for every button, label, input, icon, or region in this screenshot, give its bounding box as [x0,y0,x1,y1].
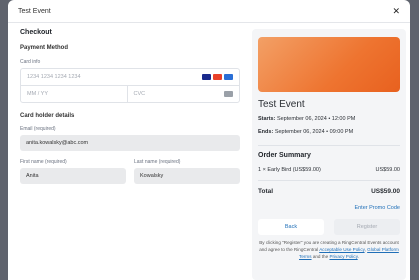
order-panel: Test Event Starts: September 06, 2024 • … [252,29,406,280]
cvc-card-icon [224,91,233,97]
starts-value: September 06, 2024 • 12:00 PM [276,116,356,122]
first-name-field[interactable]: Anita [20,168,126,184]
card-info-box: 1234 1234 1234 1234 MM / YY CVC [20,68,240,103]
cvc-input[interactable]: CVC [128,86,240,102]
expiry-input[interactable]: MM / YY [21,86,128,102]
back-button[interactable]: Back [258,219,324,235]
order-item-row: 1 × Early Bird (US$59.00) US$59.00 [258,167,400,173]
ends-label: Ends: [258,129,274,135]
last-name-label: Last name (required) [134,159,181,165]
payment-method-heading: Payment Method [20,45,69,51]
starts-label: Starts: [258,116,276,122]
last-name-field[interactable]: Kowalsky [134,168,240,184]
cvc-placeholder: CVC [133,91,146,97]
event-title: Test Event [258,99,305,110]
order-item-label: 1 × Early Bird (US$59.00) [258,167,321,173]
terms-end: . [357,254,359,260]
acceptable-use-link[interactable]: Acceptable Use Policy [319,247,364,252]
promo-code-link[interactable]: Enter Promo Code [354,205,400,211]
event-banner [258,37,400,92]
divider [258,180,400,181]
mastercard-icon [213,74,222,80]
email-field[interactable]: anita.kowalsky@abc.com [20,135,240,151]
modal-header: Test Event ✕ [8,0,410,23]
first-name-label: First name (required) [20,159,67,165]
total-label: Total [258,188,274,195]
order-item-price: US$59.00 [375,167,400,173]
card-number-input[interactable]: 1234 1234 1234 1234 [27,74,81,80]
total-value: US$59.00 [371,188,400,195]
checkout-modal: Test Event ✕ Checkout Payment Method Car… [8,0,410,280]
close-icon[interactable]: ✕ [392,6,400,16]
amex-icon [224,74,233,80]
register-button[interactable]: Register [334,219,400,235]
total-row: Total US$59.00 [258,188,400,195]
privacy-policy-link[interactable]: Privacy Policy [329,254,357,259]
card-holder-heading: Card holder details [20,113,75,119]
card-info-label: Card info [20,59,41,65]
terms-text: By clicking "Register" you are creating … [258,239,400,260]
checkout-heading: Checkout [20,29,52,36]
ends-value: September 06, 2024 • 09:00 PM [274,129,354,135]
order-summary-title: Order Summary [258,152,311,159]
event-starts: Starts: September 06, 2024 • 12:00 PM [258,116,355,122]
terms-and: and the [311,254,330,260]
checkout-form: Checkout Payment Method Card info 1234 1… [20,29,240,184]
modal-title: Test Event [18,7,51,15]
event-ends: Ends: September 06, 2024 • 09:00 PM [258,129,353,135]
visa-icon [202,74,211,80]
email-label: Email (required) [20,126,56,132]
divider [258,145,400,146]
card-brands [202,74,233,80]
